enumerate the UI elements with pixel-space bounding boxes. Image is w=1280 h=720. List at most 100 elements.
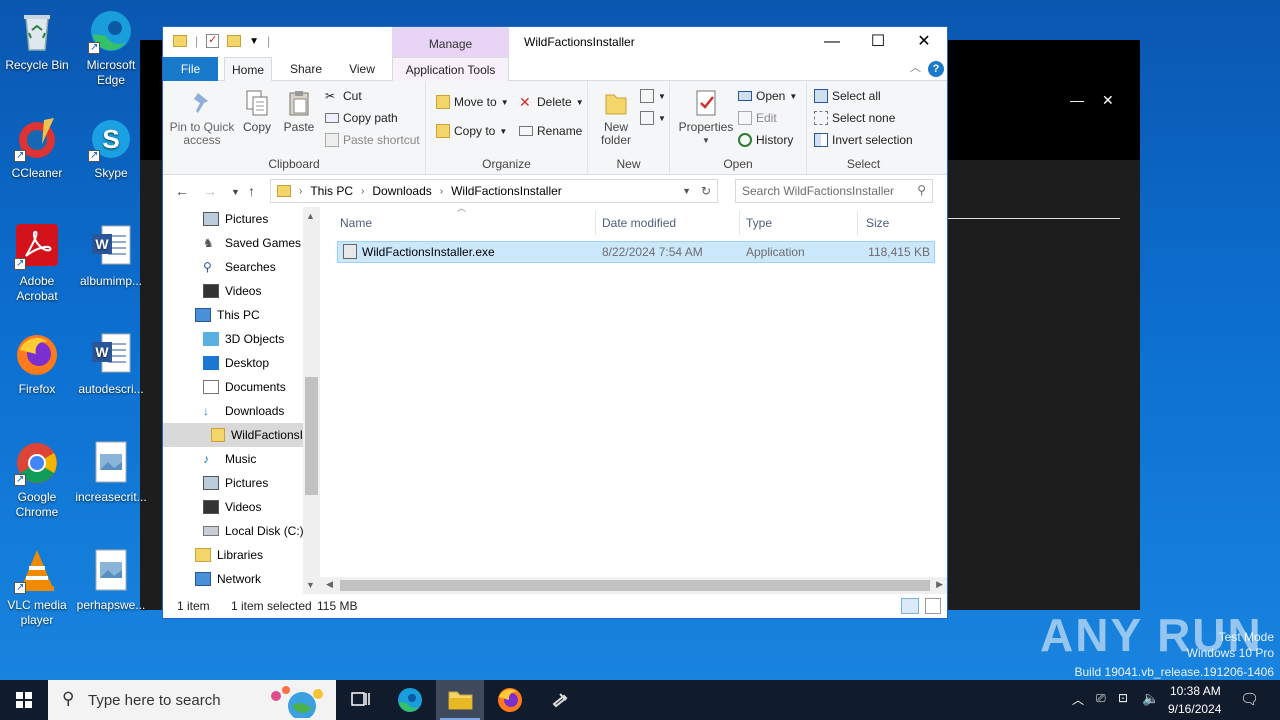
nav-item-pictures[interactable]: Pictures [203,207,268,231]
copy-button[interactable]: Copy [239,89,275,134]
meet-now-icon[interactable]: ⎚ [1096,691,1106,706]
rename-button[interactable]: Rename [519,124,582,138]
task-view-button[interactable] [336,680,384,720]
move-to-button[interactable]: Move to ▼ [436,95,509,109]
breadcrumb-current-folder[interactable]: WildFactionsInstaller [451,184,562,198]
nav-scroll-thumb[interactable] [305,377,318,495]
minimize-icon[interactable]: — [1070,92,1084,108]
show-hidden-icons-icon[interactable]: ︿ [1072,691,1084,708]
clock-time[interactable]: 10:38 AM [1170,684,1221,698]
nav-item-local-disk[interactable]: Local Disk (C:) [203,519,304,543]
column-header-name[interactable]: Name [334,211,596,235]
nav-item-this-pc[interactable]: This PC [195,303,260,327]
open-button[interactable]: Open ▼ [738,89,797,103]
copy-path-button[interactable]: Copy path [325,111,398,125]
desktop-icon-firefox[interactable]: Firefox [0,332,74,397]
desktop-icon-chrome[interactable]: Google Chrome [0,440,74,520]
tab-manage[interactable]: Manage [392,27,509,57]
desktop-icon-vlc[interactable]: VLC media player [0,548,74,628]
delete-button[interactable]: ✕ Delete ▼ [519,95,584,109]
search-input[interactable]: Search WildFactionsInstaller ⚲ [735,179,933,203]
breadcrumb-downloads[interactable]: Downloads [372,184,431,198]
start-button[interactable] [0,680,48,720]
nav-scrollbar[interactable]: ▲ ▼ [303,207,320,594]
paste-button[interactable]: Paste [279,89,319,134]
copy-to-button[interactable]: Copy to ▼ [436,124,507,138]
new-folder-button[interactable]: New folder [594,89,638,147]
nav-item-documents[interactable]: Documents [203,375,286,399]
desktop-icon-increasecrit[interactable]: increasecrit... [74,440,148,505]
taskbar-firefox[interactable] [486,680,534,720]
clock-date[interactable]: 9/16/2024 [1168,702,1221,716]
refresh-icon[interactable]: ↻ [701,184,711,198]
breadcrumb-this-pc[interactable]: This PC [310,184,353,198]
column-header-type[interactable]: Type [740,211,858,235]
scroll-right-icon[interactable]: ▶ [936,579,943,590]
taskbar-search-box[interactable]: ⚲ Type here to search [48,680,336,720]
horizontal-scroll-thumb[interactable] [340,580,930,591]
recent-locations-icon[interactable]: ▼ [231,187,240,197]
nav-item-network[interactable]: Network [195,567,261,591]
tab-home[interactable]: Home [224,57,272,82]
easy-access-button[interactable]: ▼ [640,111,666,125]
nav-item-libraries[interactable]: Libraries [195,543,263,567]
nav-item-videos[interactable]: Videos [203,279,261,303]
column-header-date[interactable]: Date modified [596,211,740,235]
nav-item-wildfactions[interactable]: WildFactionsI [163,423,303,447]
select-all-button[interactable]: Select all [814,89,881,103]
forward-icon[interactable]: → [203,183,217,199]
file-row[interactable]: WildFactionsInstaller.exe 8/22/2024 7:54… [337,241,935,263]
details-view-icon[interactable] [901,598,919,614]
desktop-icon-ccleaner[interactable]: CCleaner [0,116,74,181]
nav-item-videos-2[interactable]: Videos [203,495,261,519]
new-folder-quick-icon[interactable] [227,35,242,47]
address-dropdown-icon[interactable]: ▼ [682,186,691,196]
new-item-button[interactable]: ▼ [640,89,666,103]
scroll-left-icon[interactable]: ◀ [326,579,333,590]
desktop-icon-acrobat[interactable]: Adobe Acrobat [0,224,74,304]
up-icon[interactable]: ↑ [248,183,255,199]
scroll-down-icon[interactable]: ▼ [306,580,315,590]
desktop-icon-perhapswe[interactable]: perhapswe... [74,548,148,613]
taskbar-edge[interactable] [386,680,434,720]
desktop-icon-autodescri[interactable]: W autodescri... [74,332,148,397]
invert-selection-button[interactable]: Invert selection [814,133,913,147]
close-icon[interactable]: ✕ [1102,92,1114,109]
column-header-size[interactable]: Size [860,211,940,235]
taskbar-installer-app[interactable] [536,680,584,720]
address-bar[interactable]: › This PC › Downloads › WildFactionsInst… [270,179,718,203]
collapse-ribbon-icon[interactable]: ︿ [910,59,921,75]
scroll-up-icon[interactable]: ▲ [306,211,315,221]
tab-view[interactable]: View [339,57,385,81]
maximize-button[interactable]: ☐ [855,27,901,57]
volume-icon[interactable]: 🔈 [1142,690,1159,707]
back-icon[interactable]: ← [175,183,189,199]
cut-button[interactable]: ✂ Cut [325,89,362,103]
help-icon[interactable]: ? [928,61,944,77]
nav-item-pictures-2[interactable]: Pictures [203,471,268,495]
nav-item-3d-objects[interactable]: 3D Objects [203,327,284,351]
network-icon[interactable]: ⊡ [1118,691,1128,705]
tab-share[interactable]: Share [281,57,331,81]
nav-item-desktop[interactable]: Desktop [203,351,269,375]
history-button[interactable]: History [738,133,793,147]
nav-item-music[interactable]: ♪ Music [203,447,256,471]
tab-application-tools[interactable]: Application Tools [392,57,509,81]
customize-qat-icon[interactable]: ▼ [249,36,259,47]
desktop-icon-edge[interactable]: Microsoft Edge [74,8,148,88]
properties-button[interactable]: Properties ▼ [676,89,736,147]
paste-shortcut-button[interactable]: Paste shortcut [325,133,420,147]
minimize-button[interactable]: — [809,27,855,57]
desktop-icon-recycle-bin[interactable]: Recycle Bin [0,8,74,73]
desktop-icon-albumimp[interactable]: W albumimp... [74,224,148,289]
taskbar-file-explorer[interactable] [436,680,484,720]
horizontal-scrollbar[interactable]: ◀ ▶ [320,577,947,594]
close-button[interactable]: ✕ [901,27,947,57]
nav-item-searches[interactable]: ⚲ Searches [203,255,276,279]
edit-button[interactable]: Edit [738,111,777,125]
pin-to-quick-access-button[interactable]: Pin to Quick access [169,89,235,147]
nav-item-downloads[interactable]: ↓ Downloads [203,399,284,423]
large-icons-view-icon[interactable] [925,598,941,614]
nav-item-saved-games[interactable]: ♞ Saved Games [203,231,301,255]
properties-quick-icon[interactable] [206,33,220,48]
